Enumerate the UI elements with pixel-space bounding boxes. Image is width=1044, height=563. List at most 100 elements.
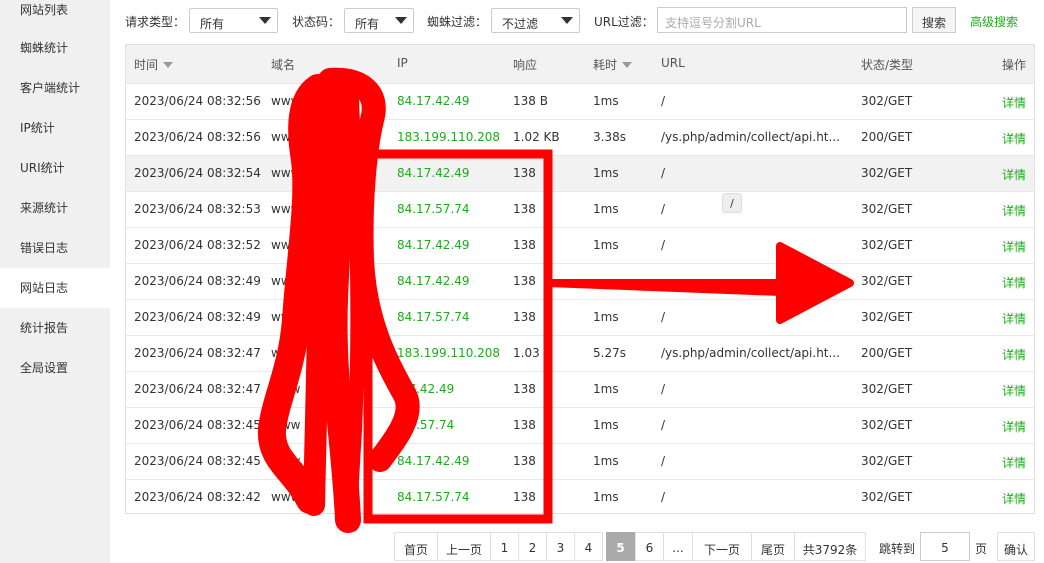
cell-ip: 84.17.42.49 — [397, 454, 470, 468]
table-row: 2023/06/24 08:32:52 www. 84.17.42.49 138 1ms… — [126, 227, 1034, 263]
table-row: 2023/06/24 08:32:45 www .17.57.74 138 1ms / 30… — [126, 407, 1034, 443]
cell-domain: www — [271, 130, 301, 144]
status-filter-select[interactable]: 所有 — [344, 8, 414, 33]
url-filter-placeholder: 支持逗号分割URL — [665, 16, 761, 30]
detail-link[interactable]: 详情 — [1002, 382, 1026, 399]
table-row: 2023/06/24 08:32:54 www 84.17.42.49 138 1ms /… — [126, 155, 1034, 191]
cell-response: 138 — [513, 418, 536, 432]
page-next-button[interactable]: 下一页 — [692, 532, 752, 561]
cell-response: 1.03 B — [513, 346, 552, 360]
detail-link[interactable]: 详情 — [1002, 166, 1026, 183]
cell-domain: www — [271, 202, 301, 216]
detail-link[interactable]: 详情 — [1002, 418, 1026, 435]
detail-link[interactable]: 详情 — [1002, 310, 1026, 327]
method-filter-select[interactable]: 所有 — [189, 8, 278, 33]
sidebar-item-referer-stats[interactable]: 来源统计 — [0, 188, 110, 228]
spider-filter-label: 蜘蛛过滤： — [427, 15, 488, 29]
cell-duration: 1ms — [593, 382, 619, 396]
chevron-down-icon — [561, 17, 573, 24]
cell-time: 2023/06/24 08:32:52 — [134, 238, 261, 252]
page-number-6[interactable]: 6 — [635, 532, 664, 561]
detail-link[interactable]: 详情 — [1002, 490, 1026, 507]
detail-link[interactable]: 详情 — [1002, 130, 1026, 147]
cell-url: /ys.php/admin/collect/api.ht... — [661, 130, 840, 144]
cell-ip: 183.199.110.208 — [397, 346, 501, 360]
cell-time: 2023/06/24 08:32:47 — [134, 382, 261, 396]
status-filter-value: 所有 — [355, 17, 380, 31]
detail-link[interactable]: 详情 — [1002, 274, 1026, 291]
header-time[interactable]: 时间 — [134, 56, 174, 73]
sidebar-item-ip-stats[interactable]: IP统计 — [0, 108, 110, 148]
header-url: URL — [661, 56, 685, 70]
sidebar-item-report[interactable]: 统计报告 — [0, 308, 110, 348]
page-number-3[interactable]: 3 — [546, 532, 575, 561]
cell-url: / — [661, 382, 666, 396]
detail-link[interactable]: 详情 — [1002, 202, 1026, 219]
cell-ip: 84.17.42.49 — [397, 238, 470, 252]
cell-url: / — [661, 310, 666, 324]
detail-link[interactable]: 详情 — [1002, 94, 1026, 111]
jump-label: 跳转到 — [879, 542, 916, 556]
cell-status: 302/GET — [861, 418, 913, 432]
cell-duration: 1ms — [593, 202, 619, 216]
sidebar-item-uri-stats[interactable]: URI统计 — [0, 148, 110, 188]
page-number-2[interactable]: 2 — [518, 532, 547, 561]
search-button-label: 搜索 — [921, 16, 946, 30]
cell-response: 138 — [513, 490, 536, 504]
page-unit-label: 页 — [975, 542, 988, 556]
page-number-5-active[interactable]: 5 — [606, 532, 635, 561]
cell-time: 2023/06/24 08:32:49 — [134, 310, 261, 324]
sidebar-item-error-log[interactable]: 错误日志 — [0, 228, 110, 268]
cell-duration: 1ms — [593, 310, 619, 324]
cell-domain: www. — [271, 238, 304, 252]
sidebar-item-site-list[interactable]: 网站列表 — [0, 0, 110, 28]
cell-time: 2023/06/24 08:32:54 — [134, 166, 261, 180]
sidebar-item-client-stats[interactable]: 客户端统计 — [0, 68, 110, 108]
pagination: 首页 上一页 1 2 3 4 5 6 ... 下一页 尾页 共3792条 跳转到… — [394, 532, 1044, 562]
spider-filter-value: 不过滤 — [502, 17, 539, 31]
page-first-button[interactable]: 首页 — [394, 532, 438, 561]
cell-duration: 1ms — [593, 418, 619, 432]
table-row: 2023/06/24 08:32:49 www. 84.17.57.74 138 1ms… — [126, 299, 1034, 335]
advanced-search-link[interactable]: 高级搜索 — [970, 13, 1018, 30]
cell-ip: 84.17.57.74 — [397, 202, 470, 216]
cell-time: 2023/06/24 08:32:56 — [134, 130, 261, 144]
sort-down-icon — [163, 62, 174, 68]
cell-ip: .17.42.49 — [397, 382, 455, 396]
table-row: 2023/06/24 08:32:56 www 183.199.110.208 1.0… — [126, 119, 1034, 155]
cell-ip: 84.17.42.49 — [397, 94, 470, 108]
log-table: 时间 域名 IP 响应 耗时 URL 状态/类型 操作 2023/06/24 0… — [125, 44, 1035, 514]
jump-confirm-button[interactable]: 确认 — [997, 532, 1035, 561]
detail-link[interactable]: 详情 — [1002, 454, 1026, 471]
detail-link[interactable]: 详情 — [1002, 238, 1026, 255]
header-action: 操作 — [1002, 58, 1027, 72]
header-time-label: 时间 — [134, 58, 159, 72]
cell-url: / — [661, 94, 666, 108]
sidebar-item-label: URI统计 — [20, 161, 65, 175]
chevron-down-icon — [395, 17, 407, 24]
sidebar-item-global-settings[interactable]: 全局设置 — [0, 348, 110, 388]
detail-link[interactable]: 详情 — [1002, 346, 1026, 363]
header-ip: IP — [397, 56, 408, 70]
header-duration[interactable]: 耗时 — [593, 56, 633, 73]
cell-url: / — [661, 166, 666, 180]
search-button[interactable]: 搜索 — [912, 7, 956, 33]
page-prev-button[interactable]: 上一页 — [437, 532, 491, 561]
jump-page-input[interactable]: 5 — [920, 532, 970, 561]
page-number-4[interactable]: 4 — [574, 532, 603, 561]
page-last-button[interactable]: 尾页 — [751, 532, 795, 561]
cell-status: 302/GET — [861, 310, 913, 324]
header-domain: 域名 — [271, 58, 296, 72]
spider-filter-select[interactable]: 不过滤 — [491, 8, 580, 33]
cell-ip: .17.57.74 — [397, 418, 455, 432]
page-number-1[interactable]: 1 — [490, 532, 519, 561]
sidebar-item-spider-stats[interactable]: 蜘蛛统计 — [0, 28, 110, 68]
cell-response: 138 — [513, 274, 536, 288]
url-filter-input[interactable]: 支持逗号分割URL — [657, 7, 907, 33]
sidebar-item-label: 网站日志 — [20, 281, 69, 295]
sidebar-item-site-log[interactable]: 网站日志 — [0, 268, 110, 308]
table-row: 2023/06/24 08:32:56 www 84.17.42.49 138 B 1m… — [126, 83, 1034, 119]
sidebar-item-label: 网站列表 — [20, 3, 69, 17]
cell-duration: 1ms — [593, 490, 619, 504]
cell-status: 302/GET — [861, 94, 913, 108]
